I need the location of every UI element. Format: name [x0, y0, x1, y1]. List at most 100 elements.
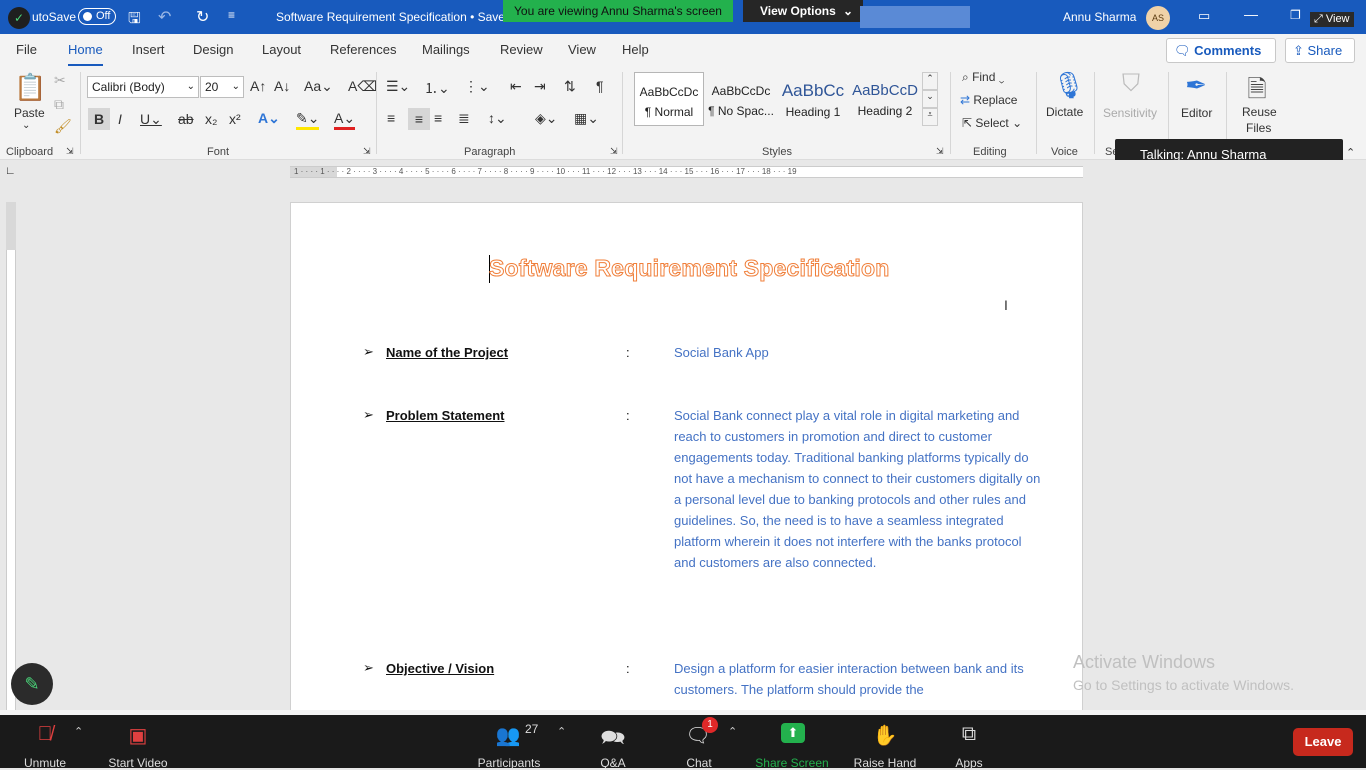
- style-no-spacing[interactable]: AaBbCcDc ¶ No Spac...: [706, 72, 776, 126]
- value-project-name[interactable]: Social Bank App: [674, 342, 1044, 363]
- styles-scroll-down-icon[interactable]: ⌄: [922, 90, 938, 108]
- vertical-ruler[interactable]: [0, 182, 22, 710]
- collapse-ribbon-icon[interactable]: ⌃: [1346, 146, 1355, 159]
- sensitivity-icon[interactable]: ⛉: [1118, 70, 1144, 98]
- document-page[interactable]: Software Requirement Specification ➢ Nam…: [290, 202, 1083, 722]
- style-heading-1[interactable]: AaBbCc Heading 1: [778, 72, 848, 126]
- show-formatting-icon[interactable]: ¶: [596, 78, 604, 94]
- cut-icon[interactable]: ✂: [54, 72, 66, 89]
- align-right-icon[interactable]: ≡: [434, 110, 442, 126]
- tab-file[interactable]: File: [16, 42, 37, 57]
- share-button[interactable]: ⇪ Share: [1285, 38, 1355, 63]
- style-normal[interactable]: AaBbCcDc ¶ Normal: [634, 72, 704, 126]
- tab-view[interactable]: View: [568, 42, 596, 57]
- align-center-icon[interactable]: ≡: [408, 108, 430, 130]
- tab-mailings[interactable]: Mailings: [422, 42, 470, 57]
- shrink-font-icon[interactable]: A↓: [274, 78, 290, 94]
- paste-icon[interactable]: 📋: [14, 72, 46, 103]
- replace-button[interactable]: ⇄ Replace: [960, 93, 1017, 107]
- font-name-select[interactable]: Calibri (Body) ⌄: [87, 76, 199, 98]
- change-case-icon[interactable]: Aa⌄: [304, 78, 333, 95]
- dictate-label[interactable]: Dictate: [1046, 105, 1083, 119]
- strikethrough-icon[interactable]: ab: [178, 111, 194, 127]
- qa-icon[interactable]: 🗪: [601, 723, 626, 757]
- annotate-pen-icon[interactable]: ✎: [11, 663, 53, 705]
- tab-layout[interactable]: Layout: [262, 42, 301, 57]
- autosave-toggle[interactable]: Off: [78, 8, 116, 25]
- justify-icon[interactable]: ≣: [458, 110, 470, 127]
- shading-icon[interactable]: ◈⌄: [535, 110, 558, 127]
- subscript-icon[interactable]: x₂: [205, 111, 217, 127]
- reuse-files-label-2[interactable]: Files: [1246, 121, 1271, 135]
- document-heading[interactable]: Software Requirement Specification: [488, 255, 889, 282]
- tab-review[interactable]: Review: [500, 42, 543, 57]
- dialog-launcher-icon[interactable]: ⇲: [610, 146, 618, 157]
- tab-design[interactable]: Design: [193, 42, 233, 57]
- line-spacing-icon[interactable]: ↕⌄: [488, 110, 507, 127]
- view-options-button[interactable]: View Options ⌄: [743, 0, 863, 22]
- font-size-select[interactable]: 20 ⌄: [200, 76, 244, 98]
- editor-label[interactable]: Editor: [1181, 106, 1212, 120]
- editor-icon[interactable]: ✒: [1182, 70, 1210, 101]
- underline-icon[interactable]: U⌄: [140, 111, 162, 128]
- highlight-icon[interactable]: ✎⌄: [296, 110, 320, 130]
- chevron-up-icon[interactable]: ⌃: [728, 725, 737, 738]
- comments-button[interactable]: 🗨 Comments ⌄: [1166, 38, 1276, 81]
- sensitivity-label[interactable]: Sensitivity: [1103, 106, 1157, 120]
- share-screen-icon[interactable]: ⬆: [781, 723, 805, 743]
- chevron-down-icon[interactable]: ⌄: [22, 120, 30, 131]
- styles-more-icon[interactable]: ⩡: [922, 108, 938, 126]
- microphone-icon[interactable]: 🎙: [1052, 70, 1085, 101]
- undo-icon[interactable]: ↶: [158, 7, 171, 27]
- find-button[interactable]: ⌕ Find ⌄: [962, 70, 1004, 85]
- dialog-launcher-icon[interactable]: ⇲: [363, 146, 371, 157]
- dialog-launcher-icon[interactable]: ⇲: [66, 146, 74, 157]
- raise-hand-icon[interactable]: ✋: [873, 723, 898, 748]
- muted-microphone-icon[interactable]: 🎙̸: [38, 723, 53, 746]
- multilevel-list-icon[interactable]: ⋮⌄: [464, 78, 490, 95]
- leave-button[interactable]: Leave: [1293, 728, 1353, 756]
- bold-icon[interactable]: B: [88, 108, 110, 130]
- borders-icon[interactable]: ▦⌄: [574, 110, 599, 127]
- styles-scroll-up-icon[interactable]: ⌃: [922, 72, 938, 90]
- restore-icon[interactable]: ❐: [1290, 8, 1301, 22]
- tab-insert[interactable]: Insert: [132, 42, 165, 57]
- format-painter-icon[interactable]: 🖌: [54, 118, 72, 135]
- superscript-icon[interactable]: x²: [229, 111, 241, 127]
- text-effects-icon[interactable]: A⌄: [258, 110, 280, 127]
- minimize-icon[interactable]: —: [1244, 6, 1258, 22]
- sort-icon[interactable]: ⇅: [564, 78, 576, 95]
- tab-references[interactable]: References: [330, 42, 396, 57]
- bullets-icon[interactable]: ☰⌄: [386, 78, 410, 95]
- copy-icon[interactable]: ⧉: [54, 96, 64, 113]
- clear-formatting-icon[interactable]: A⌫: [348, 78, 377, 95]
- view-label[interactable]: ⤢ View: [1310, 12, 1354, 27]
- decrease-indent-icon[interactable]: ⇤: [510, 78, 522, 95]
- style-heading-2[interactable]: AaBbCcD Heading 2: [850, 72, 920, 126]
- chevron-up-icon[interactable]: ⌃: [74, 725, 83, 738]
- italic-icon[interactable]: I: [118, 111, 122, 127]
- tab-home[interactable]: Home: [68, 42, 103, 67]
- chevron-up-icon[interactable]: ⌃: [557, 725, 566, 738]
- value-objective-vision[interactable]: Design a platform for easier interaction…: [674, 658, 1044, 700]
- dialog-launcher-icon[interactable]: ⇲: [936, 146, 944, 157]
- customize-qat-icon[interactable]: ≡: [228, 8, 235, 22]
- align-left-icon[interactable]: ≡: [387, 110, 395, 126]
- label-project-name[interactable]: Name of the Project: [386, 345, 508, 360]
- grow-font-icon[interactable]: A↑: [250, 78, 266, 94]
- apps-icon[interactable]: ⧉: [962, 723, 976, 746]
- label-problem-statement[interactable]: Problem Statement: [386, 408, 504, 423]
- participants-icon[interactable]: 👥: [496, 723, 521, 748]
- tab-help[interactable]: Help: [622, 42, 649, 57]
- video-off-icon[interactable]: ▣: [129, 723, 148, 748]
- avatar[interactable]: AS: [1146, 6, 1170, 30]
- horizontal-ruler[interactable]: ∟ 1 · · · · 1 · · · · 2 · · · · 3 · · · …: [0, 160, 1366, 182]
- save-icon[interactable]: 🖫: [128, 8, 141, 33]
- select-button[interactable]: ⇱ Select ⌄: [962, 116, 1022, 130]
- increase-indent-icon[interactable]: ⇥: [534, 78, 546, 95]
- redo-icon[interactable]: ↻: [196, 7, 209, 27]
- paste-label[interactable]: Paste: [14, 106, 45, 120]
- reuse-files-label-1[interactable]: Reuse: [1242, 105, 1277, 119]
- value-problem-statement[interactable]: Social Bank connect play a vital role in…: [674, 405, 1044, 573]
- label-objective-vision[interactable]: Objective / Vision: [386, 661, 494, 676]
